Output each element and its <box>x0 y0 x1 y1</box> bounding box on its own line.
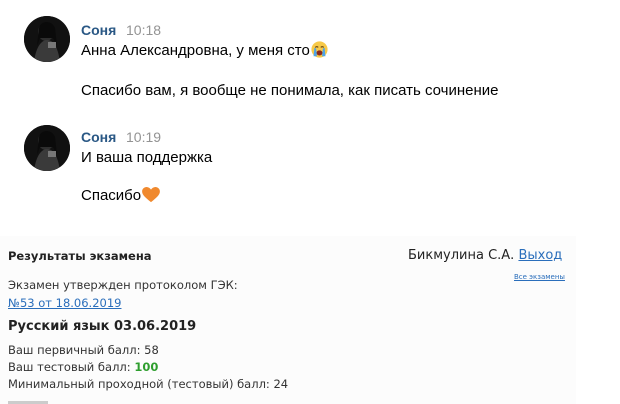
logout-link[interactable]: Выход <box>518 248 562 263</box>
author-name[interactable]: Соня <box>81 22 116 38</box>
primary-score-line: Ваш первичный балл: 58 <box>8 343 159 357</box>
message-text: Анна Александровна, у меня сто <box>81 41 328 62</box>
message-text: И ваша поддержка <box>81 149 213 166</box>
message-text: Спасибо вам, я вообще не понимала, как п… <box>81 82 499 99</box>
protocol-line: №53 от 18.06.2019 <box>8 296 121 310</box>
test-score-label: Ваш тестовый балл: <box>8 360 131 374</box>
message-line: Анна Александровна, у меня сто <box>81 42 310 59</box>
min-score-line: Минимальный проходной (тестовый) балл: 2… <box>8 377 288 391</box>
orange-heart-icon <box>142 187 161 207</box>
message-text: Спасибо <box>81 187 161 207</box>
message-line: Спасибо <box>81 187 142 204</box>
all-exams-link[interactable]: Все экзамены <box>514 273 565 281</box>
min-score-value: 24 <box>273 377 289 391</box>
exam-results-title: Результаты экзамена <box>8 249 152 263</box>
exam-approved-text: Экзамен утвержден протоколом ГЭК: <box>8 278 238 292</box>
primary-score-value: 58 <box>144 343 159 357</box>
avatar[interactable] <box>24 125 70 171</box>
protocol-link[interactable]: №53 от 18.06.2019 <box>8 296 121 310</box>
exam-results-panel: Результаты экзамена Бикмулина С.А. Выход… <box>0 236 576 404</box>
crying-face-icon <box>311 41 328 62</box>
test-score-value: 100 <box>134 360 159 374</box>
exam-subject: Русский язык 03.06.2019 <box>8 319 197 334</box>
exam-user-info: Бикмулина С.А. Выход <box>408 248 562 263</box>
test-score-line: Ваш тестовый балл: 100 <box>8 360 158 374</box>
min-score-label: Минимальный проходной (тестовый) балл: <box>8 377 270 391</box>
message-time[interactable]: 10:19 <box>126 129 161 145</box>
exam-user-name: Бикмулина С.А. <box>408 248 515 263</box>
primary-score-label: Ваш первичный балл: <box>8 343 141 357</box>
message-time[interactable]: 10:18 <box>126 22 161 38</box>
author-name[interactable]: Соня <box>81 129 116 145</box>
avatar[interactable] <box>24 16 70 62</box>
